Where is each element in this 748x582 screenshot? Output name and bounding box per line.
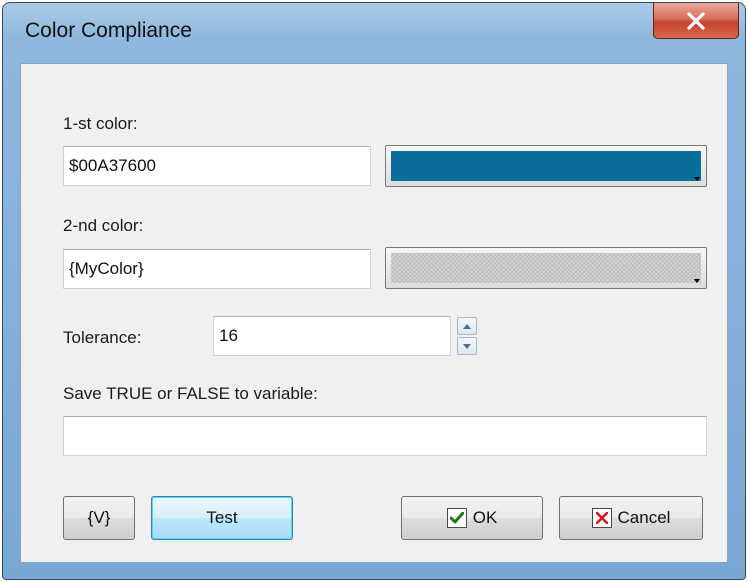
dialog-body: 1-st color: 2-nd color: Tolerance: Save … [20,63,728,563]
dialog-window: Color Compliance 1-st color: 2-nd color:… [2,2,746,580]
ok-button-label: OK [472,508,498,527]
first-color-label: 1-st color: [63,114,138,133]
variables-button[interactable]: {V} [63,496,135,540]
ok-button[interactable]: OK [401,496,543,540]
first-color-picker[interactable] [385,145,707,187]
spin-up-icon [463,323,471,329]
cancel-button[interactable]: Cancel [559,496,703,540]
first-color-swatch [391,151,701,181]
second-color-picker[interactable] [385,247,707,289]
tolerance-input[interactable] [213,316,451,356]
save-variable-input[interactable] [63,416,707,456]
tolerance-spin-down[interactable] [457,337,477,355]
close-button[interactable] [653,3,739,39]
close-icon [687,11,705,30]
window-title: Color Compliance [25,19,192,42]
test-button[interactable]: Test [151,496,293,540]
dropdown-arrow-icon [694,177,700,181]
save-variable-label: Save TRUE or FALSE to variable: [63,384,318,403]
second-color-swatch [391,253,701,283]
tolerance-spin-up[interactable] [457,317,477,335]
first-color-input[interactable] [63,146,371,186]
dropdown-arrow-icon [694,279,700,283]
second-color-label: 2-nd color: [63,216,144,235]
second-color-input[interactable] [63,249,371,289]
spin-down-icon [463,343,471,349]
checkmark-icon [446,508,467,528]
tolerance-label: Tolerance: [63,328,142,347]
cancel-x-icon [591,508,612,528]
cancel-button-label: Cancel [617,508,671,527]
